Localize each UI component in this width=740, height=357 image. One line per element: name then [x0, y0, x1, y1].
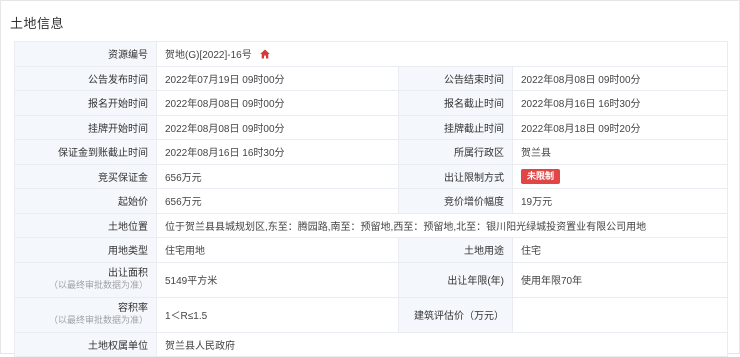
signup-end-value: 2022年08月16日 16时30分 [511, 90, 729, 116]
table-row: 挂牌开始时间 2022年08月08日 09时00分 挂牌截止时间 2022年08… [14, 114, 729, 140]
table-row: 用地类型 住宅用地 土地用途 住宅 [14, 237, 729, 263]
resource-no-cell: 贺地(G)[2022]-16号 [155, 41, 729, 67]
location-label: 土地位置 [14, 212, 157, 238]
land-type-value: 住宅用地 [156, 237, 399, 263]
section-title: 土地信息 [10, 16, 65, 31]
location-value: 位于贺兰县县城规划区,东至：腾园路,南至：预留地,西至：预留地,北至：银川阳光绿… [155, 212, 729, 238]
bid-deposit-label: 竞买保证金 [14, 163, 157, 189]
bid-deposit-value: 656万元 [156, 163, 399, 189]
resource-no-label: 资源编号 [14, 41, 157, 67]
plot-ratio-value: 1＜R≤1.5 [156, 296, 399, 333]
plot-ratio-label-cell: 容积率 （以最终审批数据为准） [14, 296, 157, 333]
listing-end-label: 挂牌截止时间 [398, 114, 513, 140]
term-label: 出让年限(年) [398, 261, 513, 298]
resource-no-value: 贺地(G)[2022]-16号 [165, 50, 252, 62]
table-row: 资源编号 贺地(G)[2022]-16号 [14, 41, 729, 67]
valuation-label: 建筑评估价（万元） [398, 296, 513, 333]
announce-start-value: 2022年07月19日 09时00分 [156, 65, 399, 91]
land-info-panel: 土地信息 资源编号 贺地(G)[2022]-16号 公告发布时间 2022年07… [0, 0, 740, 357]
increment-value: 19万元 [511, 188, 729, 214]
table-row: 报名开始时间 2022年08月08日 09时00分 报名截止时间 2022年08… [14, 90, 729, 116]
plot-ratio-note: （以最终审批数据为准） [48, 315, 148, 325]
land-use-label: 土地用途 [398, 237, 513, 263]
announce-start-label: 公告发布时间 [14, 65, 157, 91]
district-value: 贺兰县 [511, 139, 729, 165]
signup-start-label: 报名开始时间 [14, 90, 157, 116]
deposit-deadline-value: 2022年08月16日 16时30分 [156, 139, 399, 165]
listing-end-value: 2022年08月18日 09时20分 [511, 114, 729, 140]
deposit-deadline-label: 保证金到账截止时间 [14, 139, 157, 165]
valuation-value [511, 296, 729, 333]
table-row: 保证金到账截止时间 2022年08月16日 16时30分 所属行政区 贺兰县 [14, 139, 729, 165]
table-row: 起始价 656万元 竞价增价幅度 19万元 [14, 188, 729, 214]
plot-ratio-label: 容积率 [118, 303, 148, 314]
table-row: 容积率 （以最终审批数据为准） 1＜R≤1.5 建筑评估价（万元） [14, 296, 729, 333]
area-label-cell: 出让面积 （以最终审批数据为准） [14, 261, 157, 298]
listing-start-label: 挂牌开始时间 [14, 114, 157, 140]
table-row: 公告发布时间 2022年07月19日 09时00分 公告结束时间 2022年08… [14, 65, 729, 91]
listing-start-value: 2022年08月08日 09时00分 [156, 114, 399, 140]
home-icon[interactable] [259, 49, 270, 59]
signup-start-value: 2022年08月08日 09时00分 [156, 90, 399, 116]
start-price-label: 起始价 [14, 188, 157, 214]
table-row: 出让面积 （以最终审批数据为准） 5149平方米 出让年限(年) 使用年限70年 [14, 261, 729, 298]
increment-label: 竞价增价幅度 [398, 188, 513, 214]
announce-end-label: 公告结束时间 [398, 65, 513, 91]
land-type-label: 用地类型 [14, 237, 157, 263]
land-use-value: 住宅 [511, 237, 729, 263]
district-label: 所属行政区 [398, 139, 513, 165]
restriction-badge: 未限制 [521, 168, 561, 184]
owner-label: 土地权属单位 [14, 331, 157, 357]
area-note: （以最终审批数据为准） [48, 280, 148, 290]
table-row: 土地位置 位于贺兰县县城规划区,东至：腾园路,南至：预留地,西至：预留地,北至：… [14, 212, 729, 238]
table-row: 土地权属单位 贺兰县人民政府 [14, 331, 729, 357]
term-value: 使用年限70年 [511, 261, 729, 298]
area-label: 出让面积 [108, 268, 148, 279]
land-info-table: 资源编号 贺地(G)[2022]-16号 公告发布时间 2022年07月19日 … [14, 41, 729, 357]
start-price-value: 656万元 [156, 188, 399, 214]
restriction-label: 出让限制方式 [398, 163, 513, 189]
owner-value: 贺兰县人民政府 [155, 331, 729, 357]
announce-end-value: 2022年08月08日 09时00分 [511, 65, 729, 91]
restriction-cell: 未限制 [511, 163, 729, 189]
signup-end-label: 报名截止时间 [398, 90, 513, 116]
area-value: 5149平方米 [156, 261, 399, 298]
table-row: 竞买保证金 656万元 出让限制方式 未限制 [14, 163, 729, 189]
